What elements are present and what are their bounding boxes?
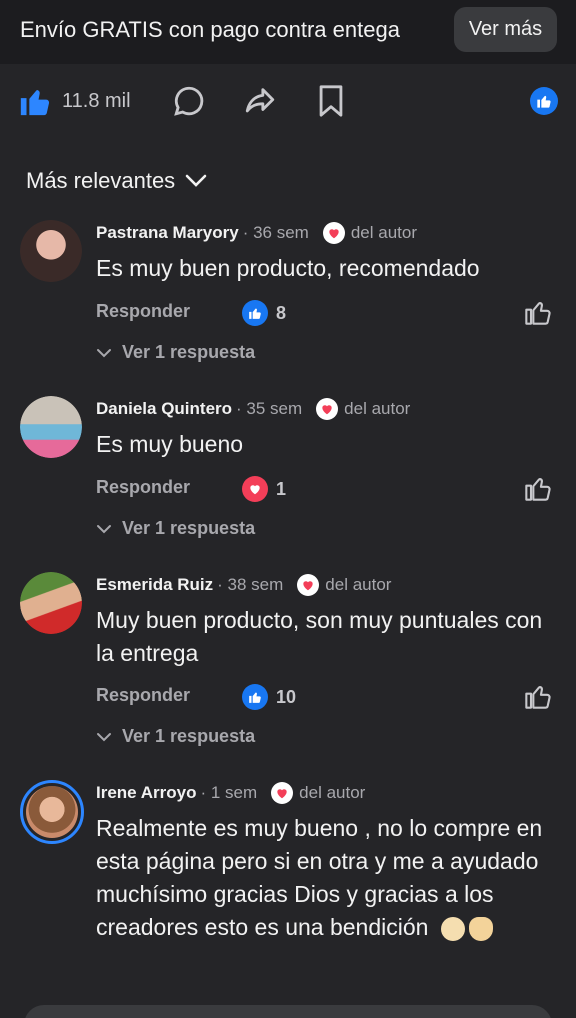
folded-hands-emoji-icon xyxy=(468,916,493,941)
reply-button[interactable]: Responder xyxy=(96,301,190,322)
comment-text: Es muy bueno xyxy=(96,431,244,457)
comment-text-block: Realmente es muy bueno , no lo compre en… xyxy=(96,812,556,944)
commenter-name[interactable]: Daniela Quintero xyxy=(96,399,232,419)
author-heart-icon xyxy=(271,782,294,804)
post-actions: 11.8 mil xyxy=(0,70,576,132)
comment-actions: Responder 10 xyxy=(96,682,556,712)
comment-meta: Pastrana Maryory · 36 sem del autor xyxy=(96,222,417,244)
view-replies-link[interactable]: Ver 1 respuesta xyxy=(96,726,255,747)
like-comment-icon[interactable] xyxy=(524,298,552,331)
like-reaction-icon xyxy=(242,300,268,326)
clapping-hands-emoji-icon xyxy=(440,916,465,941)
avatar[interactable] xyxy=(20,572,82,634)
reaction-count: 10 xyxy=(276,686,297,707)
sort-label: Más relevantes xyxy=(26,168,176,193)
author-heart-icon xyxy=(316,398,339,420)
avatar[interactable] xyxy=(20,396,82,458)
like-comment-icon[interactable] xyxy=(524,682,552,715)
chevron-down-icon xyxy=(185,174,207,187)
like-badge-icon xyxy=(530,87,558,115)
reply-button[interactable]: Responder xyxy=(96,477,190,498)
comment-meta: Irene Arroyo · 1 sem del autor xyxy=(96,782,365,804)
view-replies-label: Ver 1 respuesta xyxy=(122,342,256,362)
comment-input-bar[interactable] xyxy=(24,1005,552,1018)
commenter-name[interactable]: Pastrana Maryory xyxy=(96,223,239,243)
comment-time: · 36 sem xyxy=(242,223,309,242)
view-replies-label: Ver 1 respuesta xyxy=(122,518,256,538)
comment-time: · 1 sem xyxy=(200,783,258,802)
avatar[interactable] xyxy=(20,780,84,844)
chevron-down-icon xyxy=(97,348,111,357)
comment-text: Es muy buen producto, recomendado xyxy=(96,255,480,281)
ver-mas-button[interactable]: Ver más xyxy=(454,7,557,52)
reaction-summary[interactable]: 8 xyxy=(242,300,286,326)
reaction-summary[interactable]: 10 xyxy=(242,684,296,710)
comment-time: · 35 sem xyxy=(236,399,303,418)
author-heart-icon xyxy=(322,222,345,244)
reaction-summary[interactable]: 1 xyxy=(242,476,286,502)
reply-button[interactable]: Responder xyxy=(96,685,190,706)
view-replies-link[interactable]: Ver 1 respuesta xyxy=(96,342,255,363)
reaction-count: 8 xyxy=(276,302,287,323)
love-reaction-icon xyxy=(242,476,268,502)
comment-meta: Daniela Quintero · 35 sem del autor xyxy=(96,398,410,420)
commenter-name[interactable]: Irene Arroyo xyxy=(96,783,196,803)
commenter-name[interactable]: Esmerida Ruiz xyxy=(96,575,213,595)
like-count: 11.8 mil xyxy=(62,90,131,112)
like-count-icon[interactable] xyxy=(18,84,52,123)
like-comment-icon[interactable] xyxy=(524,474,552,507)
author-heart-icon xyxy=(297,574,320,596)
sort-dropdown[interactable]: Más relevantes xyxy=(26,168,207,194)
chevron-down-icon xyxy=(97,732,111,741)
promo-title: Envío GRATIS con pago contra entega xyxy=(20,17,400,42)
author-label: del autor xyxy=(350,223,417,242)
comment-meta: Esmerida Ruiz · 38 sem del autor xyxy=(96,574,391,596)
comment-actions: Responder 8 xyxy=(96,298,556,328)
view-replies-link[interactable]: Ver 1 respuesta xyxy=(96,518,255,539)
share-icon[interactable] xyxy=(243,84,277,123)
reaction-count: 1 xyxy=(276,478,287,499)
like-reaction-icon xyxy=(242,684,268,710)
author-label: del autor xyxy=(299,783,366,802)
author-label: del autor xyxy=(325,575,392,594)
avatar[interactable] xyxy=(20,220,82,282)
bookmark-icon[interactable] xyxy=(316,84,346,123)
author-label: del autor xyxy=(344,399,411,418)
view-replies-label: Ver 1 respuesta xyxy=(122,726,256,746)
chevron-down-icon xyxy=(97,524,111,533)
comment-text: Muy buen producto, son muy puntuales con… xyxy=(96,607,543,666)
comment-time: · 38 sem xyxy=(217,575,284,594)
comment-icon[interactable] xyxy=(172,84,206,123)
promo-banner: Envío GRATIS con pago contra entega Ver … xyxy=(0,0,576,64)
comment-actions: Responder 1 xyxy=(96,474,556,504)
